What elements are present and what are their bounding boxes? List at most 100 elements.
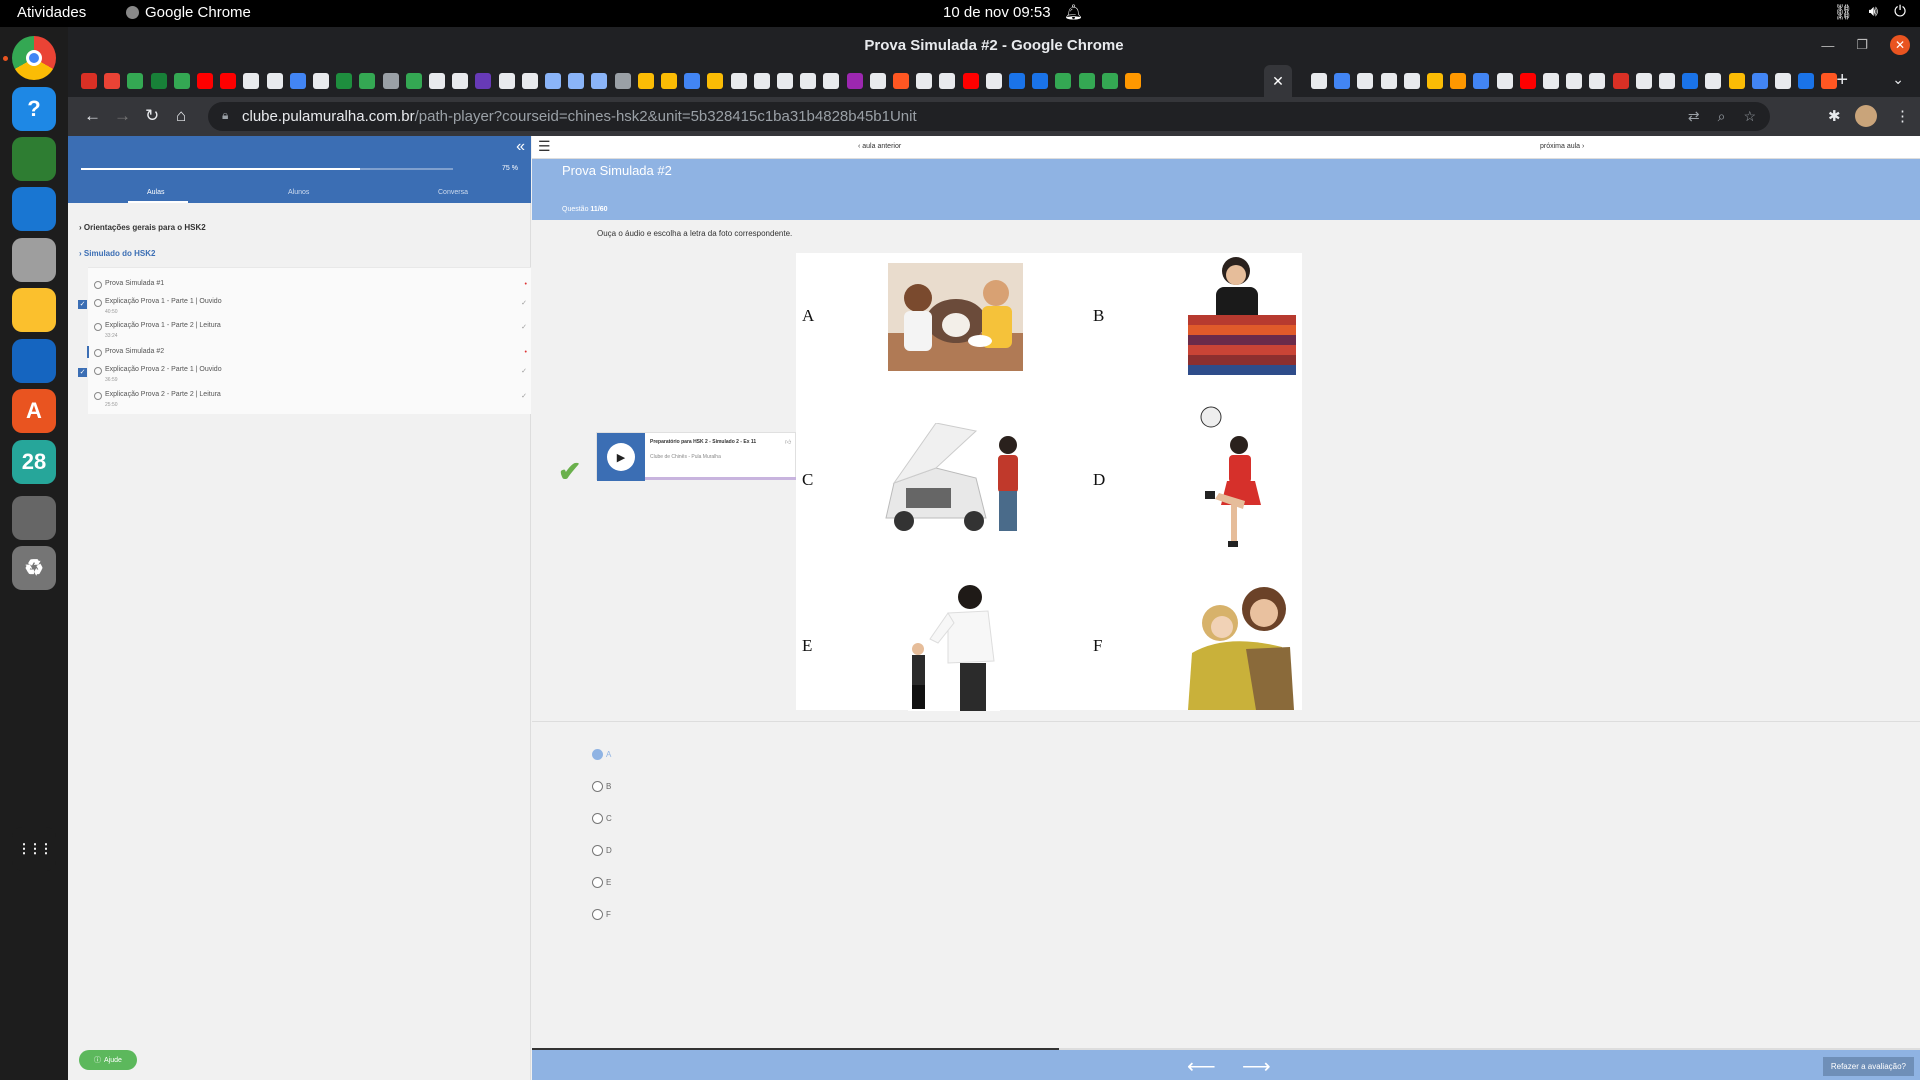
calendar-icon[interactable]: 28: [12, 440, 56, 484]
answer-option-a[interactable]: A: [592, 747, 611, 761]
pinned-tab-favicon[interactable]: [823, 73, 840, 89]
pinned-tab-favicon[interactable]: [1496, 73, 1513, 89]
tab-conversa[interactable]: Conversa: [438, 189, 468, 196]
pinned-tab-favicon[interactable]: [429, 73, 445, 89]
play-button[interactable]: ▶: [607, 443, 635, 471]
pinned-tab-favicon[interactable]: [1078, 73, 1095, 89]
pinned-tab-favicon[interactable]: [1612, 73, 1629, 89]
minimize-icon[interactable]: —: [1821, 38, 1834, 53]
lesson-item[interactable]: Explicação Prova 2 - Parte 2 | Leitura 25…: [88, 385, 531, 408]
back-icon[interactable]: ←: [84, 106, 101, 126]
active-tab[interactable]: ✕: [1264, 65, 1292, 97]
pinned-tab-favicon[interactable]: [1635, 73, 1652, 89]
files-icon[interactable]: [12, 238, 56, 282]
pinned-tab-favicon[interactable]: [777, 73, 793, 89]
pinned-tab-favicon[interactable]: [382, 73, 399, 89]
radio-button[interactable]: [592, 876, 603, 888]
lesson-checkbox-icon[interactable]: ✓: [78, 368, 87, 377]
waveform[interactable]: [645, 477, 797, 480]
lesson-checkbox-icon[interactable]: ✓: [78, 300, 87, 309]
address-bar[interactable]: 🔒︎ clube.pulamuralha.com.br/path-player?…: [208, 102, 1770, 131]
pinned-tab-favicon[interactable]: [1543, 73, 1559, 89]
pinned-tab-favicon[interactable]: [1751, 73, 1768, 89]
pinned-tab-favicon[interactable]: [730, 73, 747, 89]
lock-icon[interactable]: 🔒︎: [222, 108, 228, 123]
pinned-tab-favicon[interactable]: [545, 73, 561, 89]
previous-lesson-link[interactable]: ‹ aula anterior: [858, 143, 901, 150]
pinned-tab-favicon[interactable]: [1473, 73, 1490, 89]
track-author[interactable]: Clube de Chinês - Pula Muralha: [650, 454, 721, 460]
show-apps-icon[interactable]: ⋮⋮⋮: [12, 827, 56, 871]
pinned-tab-favicon[interactable]: [1311, 73, 1327, 89]
pinned-tab-favicon[interactable]: [1775, 73, 1791, 89]
close-window-icon[interactable]: ✕: [1890, 35, 1910, 55]
pinned-tab-favicon[interactable]: [962, 73, 979, 89]
pinned-tab-favicon[interactable]: [521, 73, 538, 89]
pinned-tab-favicon[interactable]: [800, 73, 817, 89]
rhythmbox-icon[interactable]: [12, 288, 56, 332]
pinned-tab-favicon[interactable]: [637, 73, 654, 89]
tab-alunos[interactable]: Alunos: [288, 189, 309, 196]
previous-question-arrow-icon[interactable]: ⟵: [1187, 1054, 1216, 1079]
pinned-tab-favicon[interactable]: [916, 73, 933, 89]
redo-evaluation-button[interactable]: Refazer a avaliação?: [1822, 1057, 1914, 1076]
pinned-tab-favicon[interactable]: [614, 73, 631, 89]
pinned-tab-favicon[interactable]: [1519, 73, 1536, 89]
section-orientacoes[interactable]: › Orientações gerais para o HSK2: [79, 223, 206, 232]
radio-button[interactable]: [592, 908, 603, 920]
tab-close-icon[interactable]: ✕: [1272, 73, 1284, 90]
clock[interactable]: 10 de nov 09:53: [943, 4, 1051, 21]
pinned-tab-favicon[interactable]: [475, 73, 492, 89]
drive-icon[interactable]: [12, 496, 56, 540]
answer-option-d[interactable]: D: [592, 843, 612, 857]
app-cube-icon[interactable]: [12, 137, 56, 181]
pinned-tab-favicon[interactable]: [1009, 73, 1025, 89]
tab-search-icon[interactable]: ⌄: [1892, 71, 1904, 88]
pinned-tab-favicon[interactable]: [313, 73, 329, 89]
pinned-tab-favicon[interactable]: [1589, 73, 1606, 89]
home-icon[interactable]: ⌂: [176, 106, 186, 126]
answer-option-f[interactable]: F: [592, 907, 611, 921]
radio-button[interactable]: [592, 844, 603, 856]
pinned-tab-favicon[interactable]: [684, 73, 701, 89]
menu-icon[interactable]: ☰: [538, 138, 551, 155]
pinned-tab-favicon[interactable]: [197, 73, 213, 89]
radio-button[interactable]: [592, 780, 603, 792]
extensions-icon[interactable]: ✱: [1828, 107, 1841, 125]
app-menu[interactable]: Google Chrome: [126, 4, 251, 21]
activities-button[interactable]: Atividades: [17, 4, 86, 21]
pinned-tab-favicon[interactable]: [1566, 73, 1583, 89]
pinned-tab-favicon[interactable]: [661, 73, 677, 89]
pinned-tab-favicon[interactable]: [1055, 73, 1072, 89]
tab-aulas[interactable]: Aulas: [147, 189, 165, 196]
pinned-tab-favicon[interactable]: [869, 73, 886, 89]
pinned-tab-favicon[interactable]: [336, 73, 353, 89]
lesson-item[interactable]: Explicação Prova 1 - Parte 2 | Leitura 33…: [88, 316, 531, 339]
pinned-tab-favicon[interactable]: [359, 73, 376, 89]
thunderbird-icon[interactable]: [12, 187, 56, 231]
pinned-tab-favicon[interactable]: [173, 73, 190, 89]
pinned-tab-favicon[interactable]: [289, 73, 306, 89]
pinned-tab-favicon[interactable]: [1427, 73, 1443, 89]
trash-icon[interactable]: ♻: [12, 546, 56, 590]
pinned-tab-favicon[interactable]: [753, 73, 770, 89]
pinned-tab-favicon[interactable]: [893, 73, 909, 89]
answer-option-e[interactable]: E: [592, 875, 611, 889]
reload-icon[interactable]: ↻: [145, 106, 159, 126]
pinned-tab-favicon[interactable]: [104, 73, 121, 89]
pinned-tab-favicon[interactable]: [1380, 73, 1397, 89]
help-button[interactable]: ⓘ Ajude: [79, 1050, 137, 1070]
pinned-tab-favicon[interactable]: [707, 73, 724, 89]
radio-button[interactable]: [592, 748, 603, 760]
pinned-tab-favicon[interactable]: [452, 73, 469, 89]
pinned-tab-favicon[interactable]: [1682, 73, 1699, 89]
url-text[interactable]: clube.pulamuralha.com.br/path-player?cou…: [242, 108, 917, 125]
chrome-icon[interactable]: [12, 36, 56, 80]
pinned-tab-favicon[interactable]: [220, 73, 237, 89]
lesson-item[interactable]: ✓ Explicação Prova 2 - Parte 1 | Ouvido 36…: [78, 360, 531, 383]
pinned-tab-favicon[interactable]: [1450, 73, 1467, 89]
pinned-tab-favicon[interactable]: [266, 73, 283, 89]
track-title[interactable]: Preparatório para HSK 2 - Simulado 2 - E…: [650, 439, 756, 445]
pinned-tab-favicon[interactable]: [1728, 73, 1745, 89]
pinned-tab-favicon[interactable]: [985, 73, 1002, 89]
